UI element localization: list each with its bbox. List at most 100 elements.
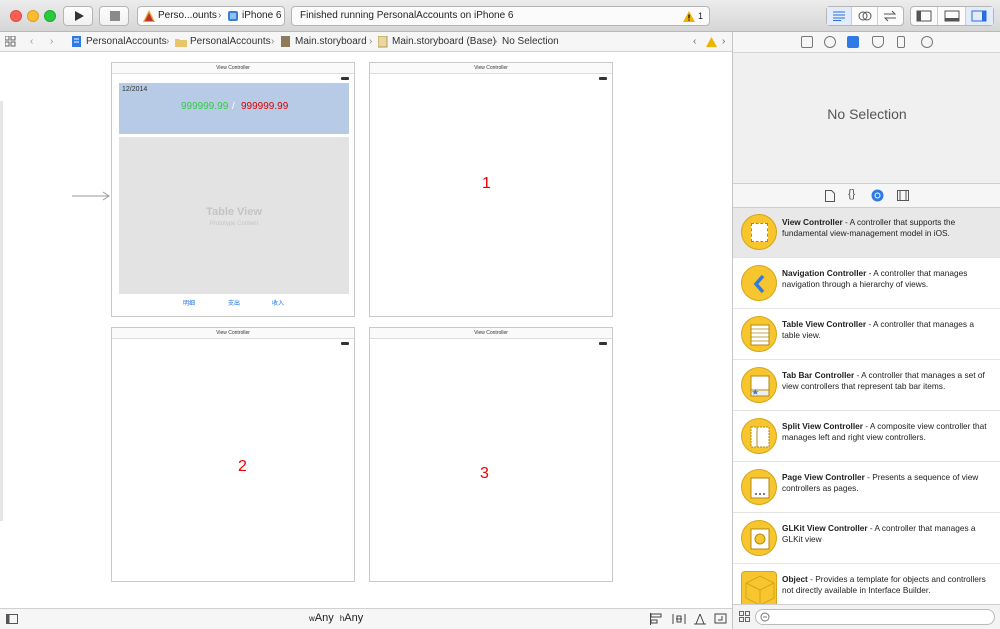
scene-view-controller-1[interactable]: View Controller 1	[369, 62, 613, 317]
warning-icon[interactable]	[706, 37, 717, 47]
size-class-selector[interactable]: wAny hAny	[309, 612, 363, 624]
warning-count: 1	[698, 11, 704, 21]
scene-title: View Controller	[112, 63, 354, 74]
editor-mode-segment	[826, 6, 904, 26]
library-filter-input[interactable]	[755, 609, 995, 625]
left-panel-icon	[916, 10, 932, 22]
table-view-title: Table View	[206, 206, 262, 218]
chevron-right-icon: ›	[494, 36, 498, 47]
file-template-library-icon[interactable]	[825, 190, 835, 202]
xcode-app-icon	[143, 10, 155, 22]
library-tabs: {}	[733, 183, 1000, 208]
split-view-controller-icon	[741, 418, 777, 454]
header-view[interactable]: 12/2014 999999.99 / 999999.99	[119, 83, 349, 134]
toggle-utilities-button[interactable]	[965, 7, 993, 25]
object-library-icon[interactable]	[871, 189, 884, 202]
scene-view-controller-3[interactable]: View Controller 3	[369, 327, 613, 582]
resolve-issues-icon[interactable]	[693, 613, 707, 625]
assistant-editor-button[interactable]	[852, 7, 878, 25]
attributes-inspector-icon[interactable]	[872, 36, 884, 48]
version-editor-button[interactable]	[878, 7, 903, 25]
library-item-title: Table View Controller	[782, 319, 867, 329]
filter-icon	[760, 612, 770, 622]
scene-number-label: 3	[480, 465, 489, 482]
jumpbar-group[interactable]: PersonalAccounts	[190, 32, 271, 51]
warning-icon[interactable]	[683, 11, 695, 22]
file-inspector-icon[interactable]	[801, 36, 813, 48]
zoom-window-button[interactable]	[44, 10, 56, 22]
scene-title: View Controller	[112, 328, 354, 339]
toggle-debug-area-button[interactable]	[938, 7, 966, 25]
library-item-object[interactable]: Object - Provides a template for objects…	[733, 565, 1000, 604]
resizing-behavior-icon[interactable]	[714, 613, 728, 625]
library-item-page-view-controller[interactable]: Page View Controller - Presents a sequen…	[733, 463, 1000, 513]
next-issue-icon[interactable]: ›	[722, 32, 725, 51]
close-window-button[interactable]	[10, 10, 22, 22]
help-inspector-icon[interactable]	[824, 36, 836, 48]
canvas-bottom-bar: wAny hAny	[0, 608, 732, 629]
library-item-navigation-controller[interactable]: Navigation Controller - A controller tha…	[733, 259, 1000, 309]
chevron-right-icon: ›	[166, 36, 170, 47]
run-button[interactable]	[63, 6, 93, 26]
library-item-title: View Controller	[782, 217, 843, 227]
library-item-glkit-view-controller[interactable]: GLKit View Controller - A controller tha…	[733, 514, 1000, 564]
toggle-navigator-button[interactable]	[911, 7, 939, 25]
scene-number-label: 2	[238, 458, 247, 475]
library-item-tab-bar-controller[interactable]: Tab Bar Controller - A controller that m…	[733, 361, 1000, 411]
object-cube-icon	[741, 571, 777, 604]
scene-view-controller-2[interactable]: View Controller 2	[111, 327, 355, 582]
arrows-swap-icon	[884, 10, 897, 22]
jumpbar-selection[interactable]: No Selection	[502, 32, 559, 51]
back-arrow-icon[interactable]: ‹	[30, 32, 33, 51]
lines-icon	[833, 11, 846, 21]
forward-arrow-icon[interactable]: ›	[50, 32, 53, 51]
storyboard-canvas[interactable]: View Controller 12/2014 999999.99 / 9999…	[0, 53, 732, 608]
scene-main-view-controller[interactable]: View Controller 12/2014 999999.99 / 9999…	[111, 62, 355, 317]
scheme-target-label: Perso...ounts	[158, 10, 217, 21]
connections-inspector-icon[interactable]	[921, 36, 933, 48]
status-text: Finished running PersonalAccounts on iPh…	[300, 10, 514, 21]
scheme-selector[interactable]: Perso...ounts › iPhone 6	[137, 6, 285, 26]
height-class-value: Any	[344, 612, 364, 624]
chevron-right-icon: ›	[271, 36, 275, 47]
library-item-title: Navigation Controller	[782, 268, 867, 278]
toolbar: Perso...ounts › iPhone 6 Finished runnin…	[0, 0, 1000, 32]
code-snippet-library-icon[interactable]: {}	[848, 188, 855, 200]
library-item-view-controller[interactable]: View Controller - A controller that supp…	[733, 208, 1000, 258]
related-items-grid-icon[interactable]	[5, 36, 17, 48]
document-outline-icon[interactable]	[6, 614, 18, 624]
detail-tab-button[interactable]: 明细	[183, 298, 195, 307]
grid-view-toggle-icon[interactable]	[739, 611, 751, 623]
storyboard-file-icon	[281, 36, 290, 47]
income-tab-button[interactable]: 收入	[272, 298, 284, 307]
table-view[interactable]: Table View Prototype Content	[119, 137, 349, 294]
identity-inspector-icon[interactable]	[847, 36, 859, 48]
library-item-title: Page View Controller	[782, 472, 865, 482]
media-library-icon[interactable]	[897, 190, 909, 201]
library-item-table-view-controller[interactable]: Table View Controller - A controller tha…	[733, 310, 1000, 360]
library-item-title: GLKit View Controller	[782, 523, 868, 533]
battery-icon	[599, 77, 607, 80]
expense-tab-button[interactable]: 支出	[228, 298, 240, 307]
jumpbar-base-file[interactable]: Main.storyboard (Base)	[392, 32, 496, 51]
previous-issue-icon[interactable]: ‹	[693, 32, 696, 51]
table-view-controller-icon	[741, 316, 777, 352]
folder-icon	[175, 39, 187, 47]
navigation-controller-icon	[741, 265, 777, 301]
align-icon[interactable]	[650, 613, 664, 625]
minimize-window-button[interactable]	[27, 10, 39, 22]
scene-title: View Controller	[370, 328, 612, 339]
size-inspector-icon[interactable]	[897, 36, 905, 48]
jumpbar-project[interactable]: PersonalAccounts	[86, 32, 167, 51]
library-item-split-view-controller[interactable]: Split View Controller - A composite view…	[733, 412, 1000, 462]
expense-label: 999999.99	[241, 101, 289, 112]
view-toggle-segment	[910, 6, 994, 26]
income-label: 999999.99	[181, 101, 229, 112]
pin-icon[interactable]	[672, 613, 686, 625]
library-item-title: Split View Controller	[782, 421, 863, 431]
stop-button[interactable]	[99, 6, 129, 26]
library-item-title: Tab Bar Controller	[782, 370, 855, 380]
jumpbar-file[interactable]: Main.storyboard	[295, 32, 367, 51]
standard-editor-button[interactable]	[827, 7, 853, 25]
project-icon	[72, 36, 81, 47]
